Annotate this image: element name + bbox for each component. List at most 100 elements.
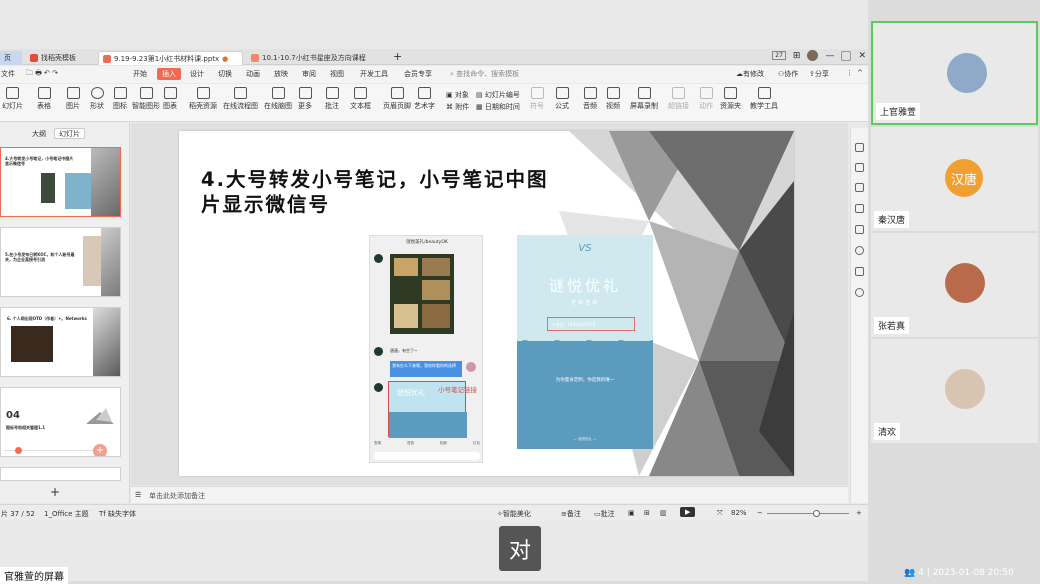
slide-thumb-37[interactable]: 4.大号转发小号笔记，小号笔记中图片显示微信号 [0, 147, 121, 217]
minimize-icon[interactable]: — [825, 51, 834, 61]
zoom-out-icon[interactable]: − [757, 509, 763, 517]
poster-image: VS 谜悦优礼 定制咨询 +电话：18012345678 为你量身定制，你是我的… [517, 235, 653, 449]
notes-toggle[interactable]: ≡备注 [561, 509, 581, 519]
share-button[interactable]: ⇪分享 [809, 69, 829, 79]
ribbon-mindmap[interactable]: 在线脑图 [264, 87, 292, 111]
comment-toggle[interactable]: ▭批注 [594, 509, 615, 519]
ribbon-comment[interactable]: 批注 [325, 87, 339, 111]
menu-review[interactable]: 审阅 [302, 69, 316, 79]
ribbon-screen-record[interactable]: 屏幕录制 [630, 87, 658, 111]
zoom-slider-handle[interactable] [813, 510, 821, 517]
menu-member[interactable]: 会员专享 [404, 69, 432, 79]
search-command[interactable]: ⌕ 查找命令、搜索模板 [450, 69, 519, 79]
transition-icon[interactable] [855, 204, 864, 213]
tab-template[interactable]: 找稻壳模板 [26, 51, 92, 65]
ribbon-datetime[interactable]: ▦ 日期和时间 [476, 101, 520, 113]
normal-view-icon[interactable]: ▣ [628, 509, 635, 517]
ribbon-audio[interactable]: 音频 [583, 87, 597, 111]
ribbon-attachment[interactable]: ⌘ 附件 [446, 101, 469, 113]
tab-home[interactable]: 页 [0, 51, 22, 65]
menu-icons[interactable]: 🗀 🖶 ↶ ↷ [26, 69, 58, 80]
ribbon-smartart[interactable]: 智能图形 [132, 87, 160, 111]
tab-slides[interactable]: 幻灯片 [54, 128, 85, 139]
zoom-slider[interactable] [767, 510, 849, 517]
modified-status[interactable]: ☁有修改 [736, 69, 764, 79]
tab-current-ppt[interactable]: 9.19-9.23第1小红书材料课.pptx ● [98, 51, 243, 65]
participant-tile-1[interactable]: 汉唐 秦汉唐 [871, 127, 1038, 231]
ppt-file-icon [251, 54, 259, 62]
settings-icon[interactable] [855, 163, 864, 172]
ribbon-table[interactable]: 表格 [37, 87, 51, 111]
ribbon-video[interactable]: 视频 [606, 87, 620, 111]
menu-view[interactable]: 视图 [330, 69, 344, 79]
restore-icon[interactable] [841, 50, 852, 61]
tab-outline[interactable]: 大纲 [28, 128, 50, 139]
slide-thumb-39[interactable]: 6. 个人网出现OTD（作者）+。Networks [0, 307, 121, 377]
format-icon[interactable] [855, 225, 864, 234]
fit-window-icon[interactable]: ⤧ [717, 509, 723, 518]
play-dot[interactable] [15, 447, 22, 454]
ribbon-flowchart[interactable]: 在线流程图 [223, 87, 258, 111]
reading-view-icon[interactable]: ▥ [660, 509, 667, 517]
menu-design[interactable]: 设计 [190, 69, 204, 79]
menu-animation[interactable]: 动画 [246, 69, 260, 79]
more-icon[interactable]: ⋮ [846, 69, 853, 77]
current-slide[interactable]: 4.大号转发小号笔记，小号笔记中图片显示微信号 谜悦美礼/beautyOK 唐唐… [179, 131, 794, 476]
close-tab-icon[interactable]: ● [222, 55, 228, 63]
book-icon[interactable] [855, 267, 864, 276]
zoom-level[interactable]: 82% [731, 509, 747, 517]
add-slide-button[interactable]: + [50, 485, 60, 499]
calendar-icon: ▦ [476, 103, 483, 111]
grid-icon[interactable]: ⊞ [793, 51, 801, 61]
new-tab-button[interactable]: + [393, 50, 402, 63]
menu-insert[interactable]: 插入 [157, 68, 181, 80]
notes-menu-icon[interactable]: ☰ [135, 491, 141, 499]
ribbon-wordart[interactable]: 艺术字 [414, 87, 435, 111]
sorter-view-icon[interactable]: ⊞ [644, 509, 650, 517]
menu-show[interactable]: 放映 [274, 69, 288, 79]
ribbon-object[interactable]: ▣ 对象 [446, 89, 469, 101]
help-icon[interactable] [855, 288, 864, 297]
menu-start[interactable]: 开始 [133, 69, 147, 79]
ribbon-textbox[interactable]: 文本框 [350, 87, 371, 111]
ribbon-symbol[interactable]: 符号 [530, 87, 544, 111]
ribbon-slide-number[interactable]: ▤ 幻灯片编号 [476, 89, 520, 101]
participant-tile-2[interactable]: 张若真 [871, 233, 1038, 337]
zoom-in-icon[interactable]: + [856, 509, 862, 517]
animation-icon[interactable] [855, 183, 864, 192]
smart-beautify-button[interactable]: ✧智能美化 [497, 509, 531, 519]
participant-tile-0[interactable]: 上官雅萱 [871, 21, 1038, 125]
ribbon-new-slide[interactable]: 幻灯片 [2, 87, 23, 111]
ribbon-header-footer[interactable]: 页眉页脚 [383, 87, 411, 111]
ribbon-chart[interactable]: 图表 [163, 87, 177, 111]
menu-transition[interactable]: 切换 [218, 69, 232, 79]
menu-developer[interactable]: 开发工具 [360, 69, 388, 79]
close-window-icon[interactable]: ✕ [858, 51, 866, 61]
ribbon-hyperlink[interactable]: 超链接 [668, 87, 689, 111]
ribbon-picture[interactable]: 图片 [66, 87, 80, 111]
menu-file[interactable]: 文件 [1, 69, 15, 79]
tab-other-ppt[interactable]: 10.1-10.7小红书星座及方向课程 [247, 51, 387, 65]
notes-area[interactable]: ☰ 单击此处添加备注 [131, 486, 848, 503]
slide-thumb-40[interactable]: 04 图标号和相关管理1.1 + [0, 387, 121, 457]
collapse-icon[interactable]: ^ [857, 69, 863, 77]
ribbon-shape[interactable]: 形状 [90, 87, 104, 111]
ribbon-more[interactable]: 更多 [298, 87, 312, 111]
ribbon-docer[interactable]: 稻壳资源 [189, 87, 217, 111]
participant-tile-3[interactable]: 清欢 [871, 339, 1038, 443]
tab-counter[interactable]: 27 [772, 51, 786, 60]
user-avatar[interactable] [807, 50, 819, 61]
collaborate-button[interactable]: ⚇协作 [778, 69, 798, 79]
ribbon-teaching[interactable]: 教学工具 [750, 87, 778, 111]
ribbon-icon-lib[interactable]: 图标 [113, 87, 127, 111]
ribbon-resource[interactable]: 资源夹 [720, 87, 741, 111]
slide-thumb-38[interactable]: 5.在小号发布已转KOC，和个人账号最关，为企业直接号引流 [0, 227, 121, 297]
slide-thumb-41[interactable] [0, 467, 121, 481]
add-slide-icon[interactable]: + [93, 444, 107, 456]
location-icon[interactable] [855, 246, 864, 255]
ribbon-formula[interactable]: 公式 [555, 87, 569, 111]
play-slideshow-button[interactable]: ▶ [680, 507, 696, 517]
ribbon-action[interactable]: 动作 [699, 87, 713, 111]
style-icon[interactable] [855, 143, 864, 152]
missing-font-button[interactable]: Tf 缺失字体 [99, 509, 136, 519]
